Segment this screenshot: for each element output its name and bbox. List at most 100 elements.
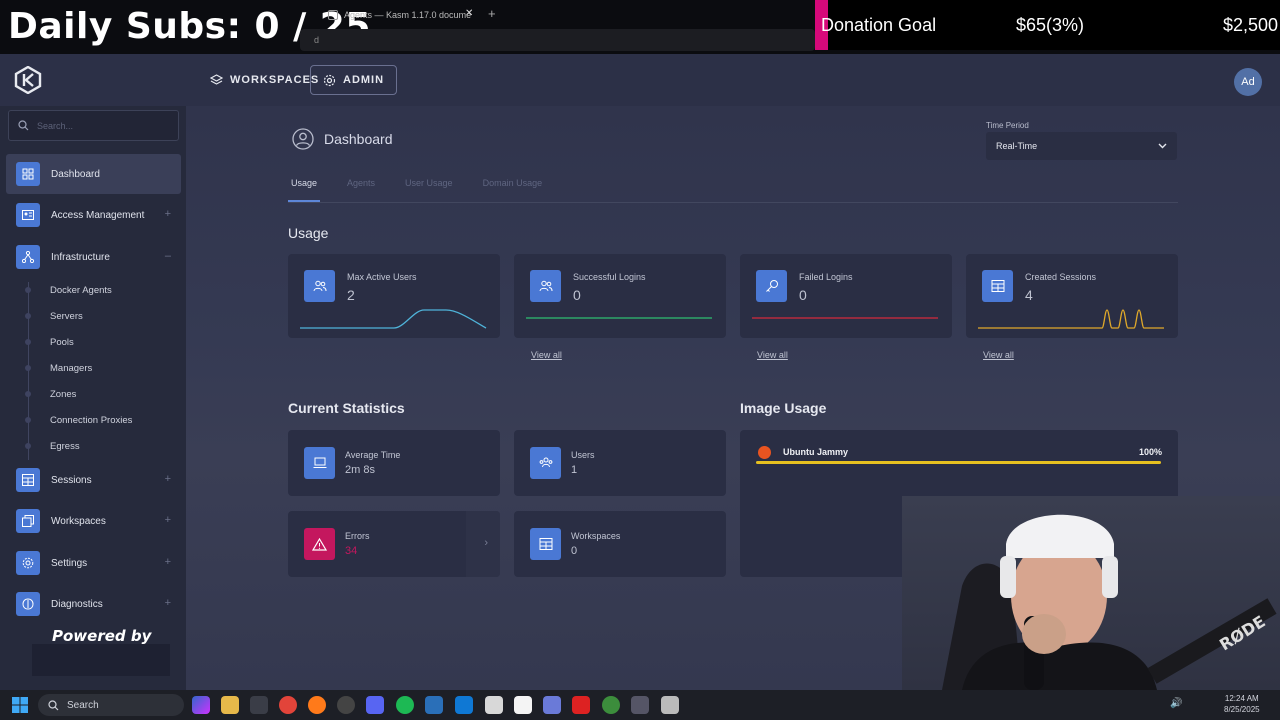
donation-amount: $65(3%) [1016,15,1085,35]
sidebar-item-label: Sessions [51,474,92,486]
url-bar[interactable]: d [300,29,815,51]
system-tray[interactable]: 🔊 [1170,698,1182,709]
spotify-icon[interactable] [396,696,414,714]
failed-logins-card: Failed Logins 0 [740,254,952,338]
browser-tab[interactable]: Agents — Kasm 1.17.0 docume [328,5,480,25]
created-sessions-card: Created Sessions 4 [966,254,1178,338]
app-icon[interactable] [425,696,443,714]
chrome-icon[interactable] [279,696,297,714]
expand-plus-icon[interactable]: + [165,556,171,568]
windows-icon [16,509,40,533]
firefox-icon[interactable] [308,696,326,714]
expand-plus-icon[interactable]: + [165,473,171,485]
sidebar-item-sessions[interactable]: Sessions + [6,460,181,500]
tab-domain-usage[interactable]: Domain Usage [480,176,546,202]
time-period-select[interactable]: Real-Time [986,132,1177,160]
sidebar-item-label: Dashboard [51,168,100,180]
tabs-divider [288,202,1178,203]
new-tab-icon[interactable]: + [488,6,496,21]
windows-start-icon[interactable] [12,697,28,713]
calculator-icon[interactable] [661,696,679,714]
card-value: 4 [1025,287,1033,303]
network-icon [16,245,40,269]
sub-item-pools[interactable]: Pools [50,337,74,348]
card-value: 2 [347,287,355,303]
image-usage-bar [756,461,1161,464]
card-label: Errors [345,531,370,541]
sub-item-servers[interactable]: Servers [50,311,83,322]
copilot-icon[interactable] [192,696,210,714]
chevron-right-icon[interactable]: › [484,537,488,549]
errors-card[interactable]: Errors 34 › [288,511,500,577]
laptop-icon [304,447,335,479]
taskbar-search[interactable]: Search [38,694,184,716]
sub-item-egress[interactable]: Egress [50,441,80,452]
collapse-minus-icon[interactable]: – [165,250,171,262]
mail-icon[interactable] [485,696,503,714]
expand-plus-icon[interactable]: + [165,514,171,526]
sidebar-item-access-management[interactable]: Access Management + [6,195,181,235]
submenu-bullet [25,365,31,371]
expand-plus-icon[interactable]: + [165,597,171,609]
app-icon[interactable] [631,696,649,714]
sidebar-search[interactable] [8,110,179,141]
outlook-icon[interactable] [455,696,473,714]
card-value: 0 [571,545,578,557]
notion-icon[interactable] [514,696,532,714]
table-icon [16,468,40,492]
sub-item-docker-agents[interactable]: Docker Agents [50,285,112,296]
sidebar-item-dashboard[interactable]: Dashboard [6,154,181,194]
tab-usage[interactable]: Usage [288,176,321,202]
successful-logins-view-all-link[interactable]: View all [531,350,562,360]
expand-plus-icon[interactable]: + [165,208,171,220]
discord-icon[interactable] [366,696,384,714]
table-icon [982,270,1013,302]
windows-taskbar: Search 🔊 12:24 AM 8/25/2025 [0,690,1280,720]
app-icon[interactable] [250,696,268,714]
workspaces-nav-label: WORKSPACES [230,74,320,86]
search-input[interactable] [37,120,167,131]
average-time-card: Average Time 2m 8s [288,430,500,496]
obs-icon[interactable] [337,696,355,714]
chevron-down-icon [1158,143,1167,149]
user-avatar[interactable]: Ad [1234,68,1262,96]
grid-icon [16,162,40,186]
taskbar-clock[interactable]: 12:24 AM 8/25/2025 [1224,693,1260,715]
workspaces-stat-card: Workspaces 0 [514,511,726,577]
kasm-logo-icon[interactable] [14,66,42,94]
page-title-text: Dashboard [324,131,393,147]
sponsor-logo-box [32,644,170,676]
sub-item-connection-proxies[interactable]: Connection Proxies [50,415,132,426]
search-icon [48,699,59,710]
sidebar-item-infrastructure[interactable]: Infrastructure – [6,237,181,277]
sidebar-item-label: Infrastructure [51,251,110,263]
tab-agents[interactable]: Agents [344,176,378,202]
sub-item-managers[interactable]: Managers [50,363,92,374]
card-label: Max Active Users [347,272,417,282]
failed-logins-view-all-link[interactable]: View all [757,350,788,360]
tab-user-usage[interactable]: User Usage [402,176,456,202]
sub-item-zones[interactable]: Zones [50,389,76,400]
app-header: WORKSPACES ADMIN Ad [0,54,1280,106]
gear-icon [16,551,40,575]
chrome-icon[interactable] [602,696,620,714]
created-sessions-view-all-link[interactable]: View all [983,350,1014,360]
file-explorer-icon[interactable] [221,696,239,714]
sidebar-item-workspaces[interactable]: Workspaces + [6,501,181,541]
admin-nav-button[interactable]: ADMIN [310,65,398,95]
errors-card-action-area[interactable] [466,511,500,577]
card-value: 0 [573,287,581,303]
clock-time: 12:24 AM [1224,694,1259,703]
card-value: 1 [571,464,578,476]
close-tab-icon[interactable]: ✕ [465,8,473,19]
sidebar-item-label: Settings [51,557,88,569]
sidebar-item-diagnostics[interactable]: Diagnostics + [6,584,181,624]
created-sessions-sparkline [978,309,1164,329]
card-label: Successful Logins [573,272,646,282]
submenu-guide-line [28,282,29,460]
app-icon[interactable] [572,696,590,714]
time-period-value: Real-Time [996,141,1038,151]
app-icon[interactable] [543,696,561,714]
card-label: Created Sessions [1025,272,1097,282]
sidebar-item-settings[interactable]: Settings + [6,543,181,583]
